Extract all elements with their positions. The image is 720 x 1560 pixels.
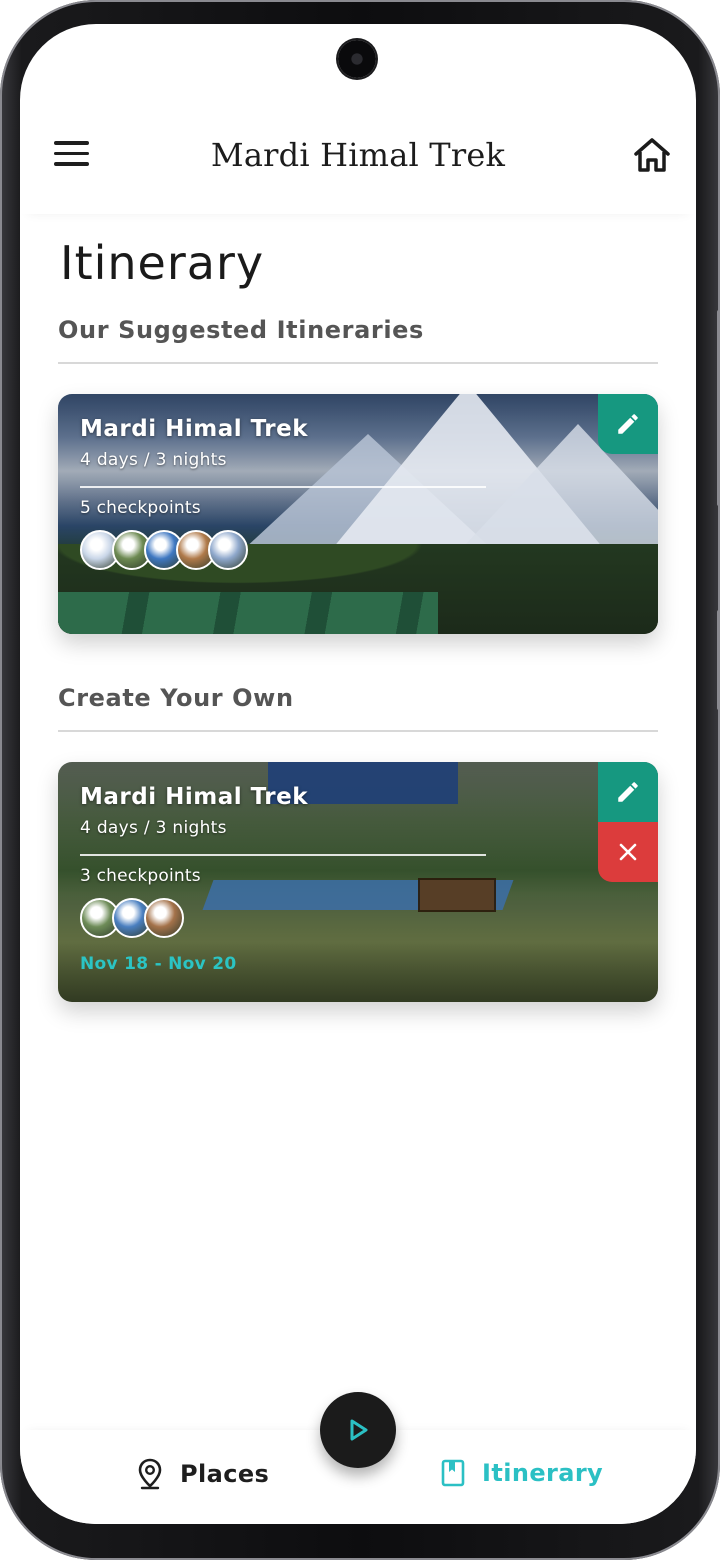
section-divider (58, 730, 658, 732)
bookmark-icon (441, 1459, 465, 1487)
section-title-suggested: Our Suggested Itineraries (58, 316, 424, 344)
play-icon (350, 1419, 368, 1441)
header-title: Mardi Himal Trek (210, 136, 506, 174)
edit-icon (618, 414, 638, 434)
app-header: Mardi Himal Trek (20, 114, 696, 214)
card-divider (80, 854, 486, 856)
itinerary-dates: Nov 18 - Nov 20 (80, 954, 237, 974)
nav-item-itinerary[interactable]: Itinerary (440, 1458, 603, 1488)
nav-label-itinerary: Itinerary (482, 1459, 604, 1487)
edit-button[interactable] (598, 762, 658, 822)
card-checkpoints: 5 checkpoints (80, 498, 201, 518)
custom-itinerary-card[interactable]: Mardi Himal Trek 4 days / 3 nights 3 che… (58, 762, 658, 1002)
screen: Mardi Himal Trek Itinerary Our Suggested… (20, 24, 696, 1524)
edit-icon (618, 782, 638, 802)
card-checkpoints: 3 checkpoints (80, 866, 201, 886)
page-title: Itinerary (60, 236, 265, 290)
section-divider (58, 362, 658, 364)
delete-button[interactable] (598, 822, 658, 882)
map-pin-icon (138, 1458, 162, 1490)
card-duration: 4 days / 3 nights (80, 818, 227, 838)
suggested-itinerary-card[interactable]: Mardi Himal Trek 4 days / 3 nights 5 che… (58, 394, 658, 634)
nav-item-places[interactable]: Places (136, 1458, 269, 1490)
card-duration: 4 days / 3 nights (80, 450, 227, 470)
nav-label-places: Places (180, 1460, 270, 1488)
card-divider (80, 486, 486, 488)
phone-frame: Mardi Himal Trek Itinerary Our Suggested… (0, 0, 720, 1560)
home-icon[interactable] (632, 136, 672, 174)
front-camera (338, 40, 376, 78)
close-icon (619, 843, 637, 861)
checkpoint-avatar (144, 898, 184, 938)
checkpoint-avatar (208, 530, 248, 570)
card-title: Mardi Himal Trek (80, 784, 309, 810)
play-button[interactable] (320, 1392, 396, 1468)
edit-button[interactable] (598, 394, 658, 454)
card-title: Mardi Himal Trek (80, 416, 309, 442)
section-title-create-own: Create Your Own (58, 684, 294, 712)
